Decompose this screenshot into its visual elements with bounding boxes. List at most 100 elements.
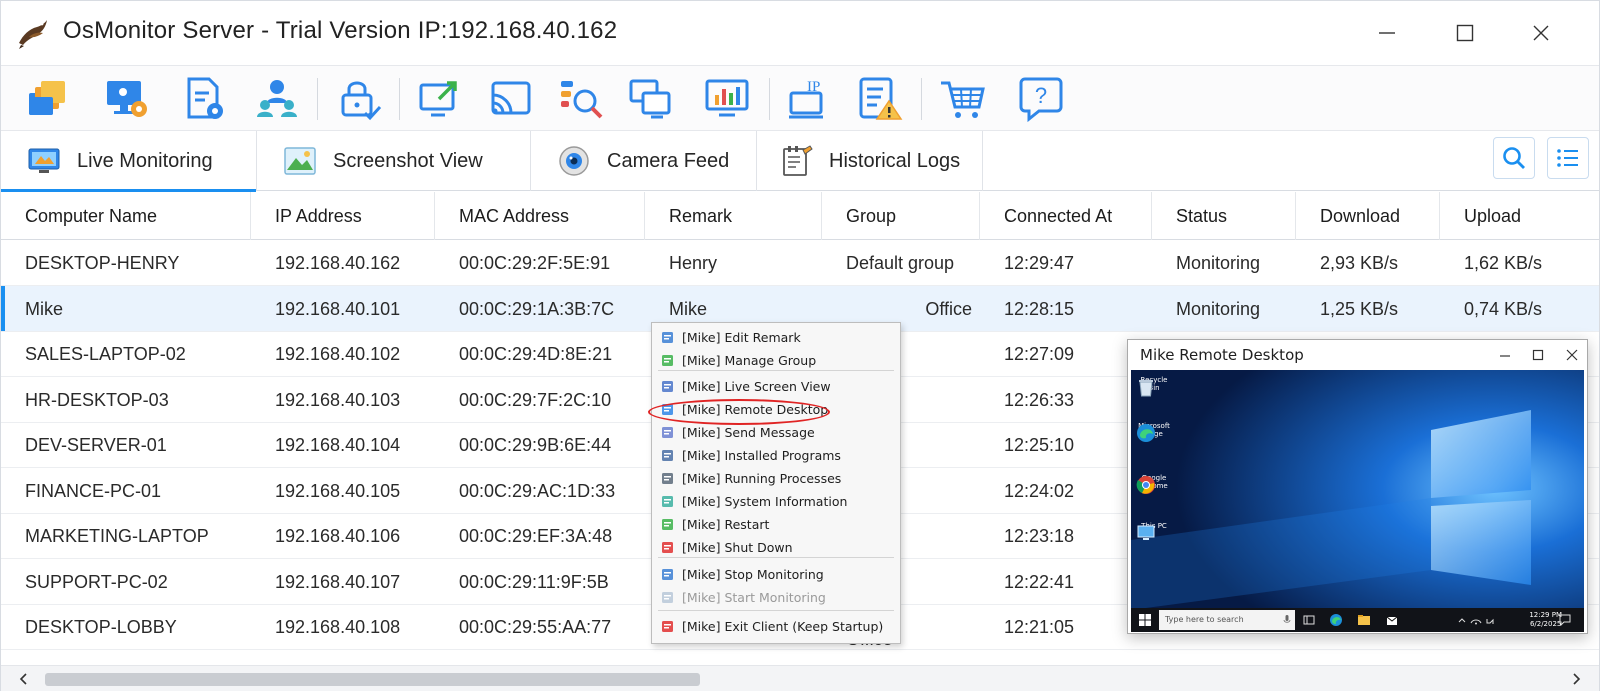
microphone-icon[interactable] [1283, 615, 1291, 625]
user-group-icon[interactable] [253, 75, 301, 123]
cell-ip-address: 192.168.40.107 [275, 571, 401, 592]
search-button[interactable] [1493, 137, 1535, 179]
taskbar-edge-icon[interactable] [1329, 613, 1343, 627]
toolbar-separator [317, 78, 318, 120]
system-tray-icons[interactable] [1457, 616, 1513, 625]
notification-icon[interactable] [1559, 614, 1571, 626]
help-icon[interactable]: ? [1017, 75, 1065, 123]
context-menu-item-shut-down[interactable]: [Mike] Shut Down [654, 536, 898, 558]
scrollbar-thumb[interactable] [45, 673, 700, 686]
remote-taskbar: Type here to search 12:29 PM 6/2/2025 [1131, 608, 1584, 632]
taskbar-search-box[interactable]: Type here to search [1159, 610, 1295, 630]
cell-mac-address: 00:0C:29:4D:8E:21 [459, 344, 613, 364]
pencil-icon [662, 331, 673, 343]
cell-ip-address: 192.168.40.105 [275, 480, 401, 501]
highlight-annotation [648, 399, 830, 425]
processes-icon [662, 472, 673, 484]
cell-computer-name: MARKETING-LAPTOP [25, 526, 209, 546]
column-header-upload[interactable]: Upload [1440, 192, 1599, 240]
tab-historical-logs[interactable]: Historical Logs [757, 131, 983, 191]
ip-computer-icon[interactable]: IP [787, 75, 835, 123]
minimize-icon [1379, 32, 1395, 34]
maximize-button[interactable] [1441, 13, 1489, 53]
system-info-icon [662, 495, 673, 507]
tab-label: Live Monitoring [77, 149, 213, 172]
column-header-status[interactable]: Status [1152, 192, 1296, 240]
context-menu-item-live-screen-view[interactable]: [Mike] Live Screen View [654, 375, 898, 397]
desktop-icon-chrome[interactable]: Google Chrome [1135, 474, 1173, 494]
column-header-computer-name[interactable]: Computer Name [1, 192, 251, 240]
rd-minimize-icon[interactable] [1495, 345, 1515, 365]
remote-screen[interactable]: Recycle Bin Microsoft Edge Google Chrome… [1131, 370, 1584, 632]
search-icon [1503, 147, 1525, 169]
lock-check-icon[interactable] [335, 75, 383, 123]
svg-text:?: ? [1035, 83, 1047, 108]
context-menu-item-manage-group[interactable]: [Mike] Manage Group [654, 349, 898, 371]
document-settings-icon[interactable] [181, 75, 229, 123]
context-menu-item-edit-remark[interactable]: [Mike] Edit Remark [654, 326, 898, 348]
search-analyze-icon[interactable] [557, 75, 605, 123]
horizontal-scrollbar[interactable] [1, 665, 1599, 691]
tab-screenshot-view[interactable]: Screenshot View [257, 131, 531, 191]
list-view-button[interactable] [1547, 137, 1589, 179]
context-menu-item-stop-monitoring[interactable]: [Mike] Stop Monitoring [654, 563, 898, 585]
title-bar[interactable]: OsMonitor Server - Trial Version IP:192.… [1, 1, 1599, 65]
tab-camera-feed[interactable]: Camera Feed [531, 131, 757, 191]
table-row[interactable]: DESKTOP-HENRY 192.168.40.162 00:0C:29:2F:5… [1, 240, 1599, 286]
scroll-right-icon[interactable] [1567, 670, 1585, 688]
client-windows-icon[interactable] [25, 75, 73, 123]
chrome-icon [1136, 476, 1155, 494]
cell-mac-address: 00:0C:29:EF:3A:48 [459, 526, 613, 546]
cell-group: Default group [846, 253, 955, 273]
context-menu-label: [Mike] Edit Remark [682, 329, 801, 345]
close-button[interactable] [1517, 13, 1565, 53]
context-menu-item-installed-programs[interactable]: [Mike] Installed Programs [654, 444, 898, 466]
this-pc-icon [1137, 525, 1155, 540]
column-header-ip-address[interactable]: IP Address [251, 192, 435, 240]
context-menu-item-exit-client-keep-startup[interactable]: [Mike] Exit Client (Keep Startup) [654, 615, 898, 637]
context-menu-item-system-information[interactable]: [Mike] System Information [654, 490, 898, 512]
cell-connected-at: 12:23:18 [1004, 526, 1075, 546]
column-header-mac-address[interactable]: MAC Address [435, 192, 645, 240]
cell-mac-address: 00:0C:29:1A:3B:7C [459, 298, 615, 319]
file-explorer-icon[interactable] [1357, 613, 1371, 627]
column-header-group[interactable]: Group [822, 192, 980, 240]
context-menu-separator [658, 610, 894, 611]
column-header-remark[interactable]: Remark [645, 192, 822, 240]
store-icon[interactable] [1385, 613, 1399, 627]
context-menu-label: [Mike] Exit Client (Keep Startup) [682, 618, 884, 634]
desktop-icon-edge[interactable]: Microsoft Edge [1135, 422, 1173, 442]
rd-close-icon[interactable] [1562, 345, 1582, 365]
column-header-connected-at[interactable]: Connected At [980, 192, 1152, 240]
rd-maximize-icon[interactable] [1528, 345, 1548, 365]
screen-share-icon[interactable] [417, 75, 465, 123]
remote-desktop-window[interactable]: Mike Remote Desktop Recycle Bin Microsof… [1127, 339, 1588, 634]
recycle-bin-icon [1139, 380, 1153, 397]
task-view-icon[interactable] [1303, 614, 1315, 626]
context-menu-item-restart[interactable]: [Mike] Restart [654, 513, 898, 535]
context-menu-label: [Mike] System Information [682, 493, 848, 509]
scroll-left-icon[interactable] [15, 670, 33, 688]
context-menu-item-running-processes[interactable]: [Mike] Running Processes [654, 467, 898, 489]
checklist-warning-icon[interactable] [855, 75, 903, 123]
cast-icon[interactable] [487, 75, 535, 123]
cart-icon[interactable] [939, 75, 987, 123]
bar-chart-icon[interactable] [703, 75, 751, 123]
tab-live-monitoring[interactable]: Live Monitoring [1, 131, 257, 192]
context-menu-label: [Mike] Start Monitoring [682, 589, 826, 605]
context-menu-item-send-message[interactable]: [Mike] Send Message [654, 421, 898, 443]
cell-remark: Henry [669, 253, 718, 273]
desktop-icon-this-pc[interactable]: This PC [1135, 522, 1173, 540]
monitor-settings-icon[interactable] [103, 75, 151, 123]
cell-mac-address: 00:0C:29:11:9F:5B [459, 571, 609, 592]
desktop-icon-recycle-bin[interactable]: Recycle Bin [1135, 376, 1173, 397]
tab-label: Historical Logs [829, 149, 961, 172]
remote-monitors-icon[interactable] [627, 75, 675, 123]
minimize-button[interactable] [1363, 13, 1411, 53]
windows-start-icon[interactable] [1139, 614, 1151, 626]
clock-date: 6/2/2025 [1529, 620, 1562, 628]
column-header-download[interactable]: Download [1296, 192, 1440, 240]
restart-icon [662, 518, 673, 530]
tab-label: Screenshot View [333, 149, 483, 172]
cell-status: Monitoring [1176, 253, 1261, 273]
